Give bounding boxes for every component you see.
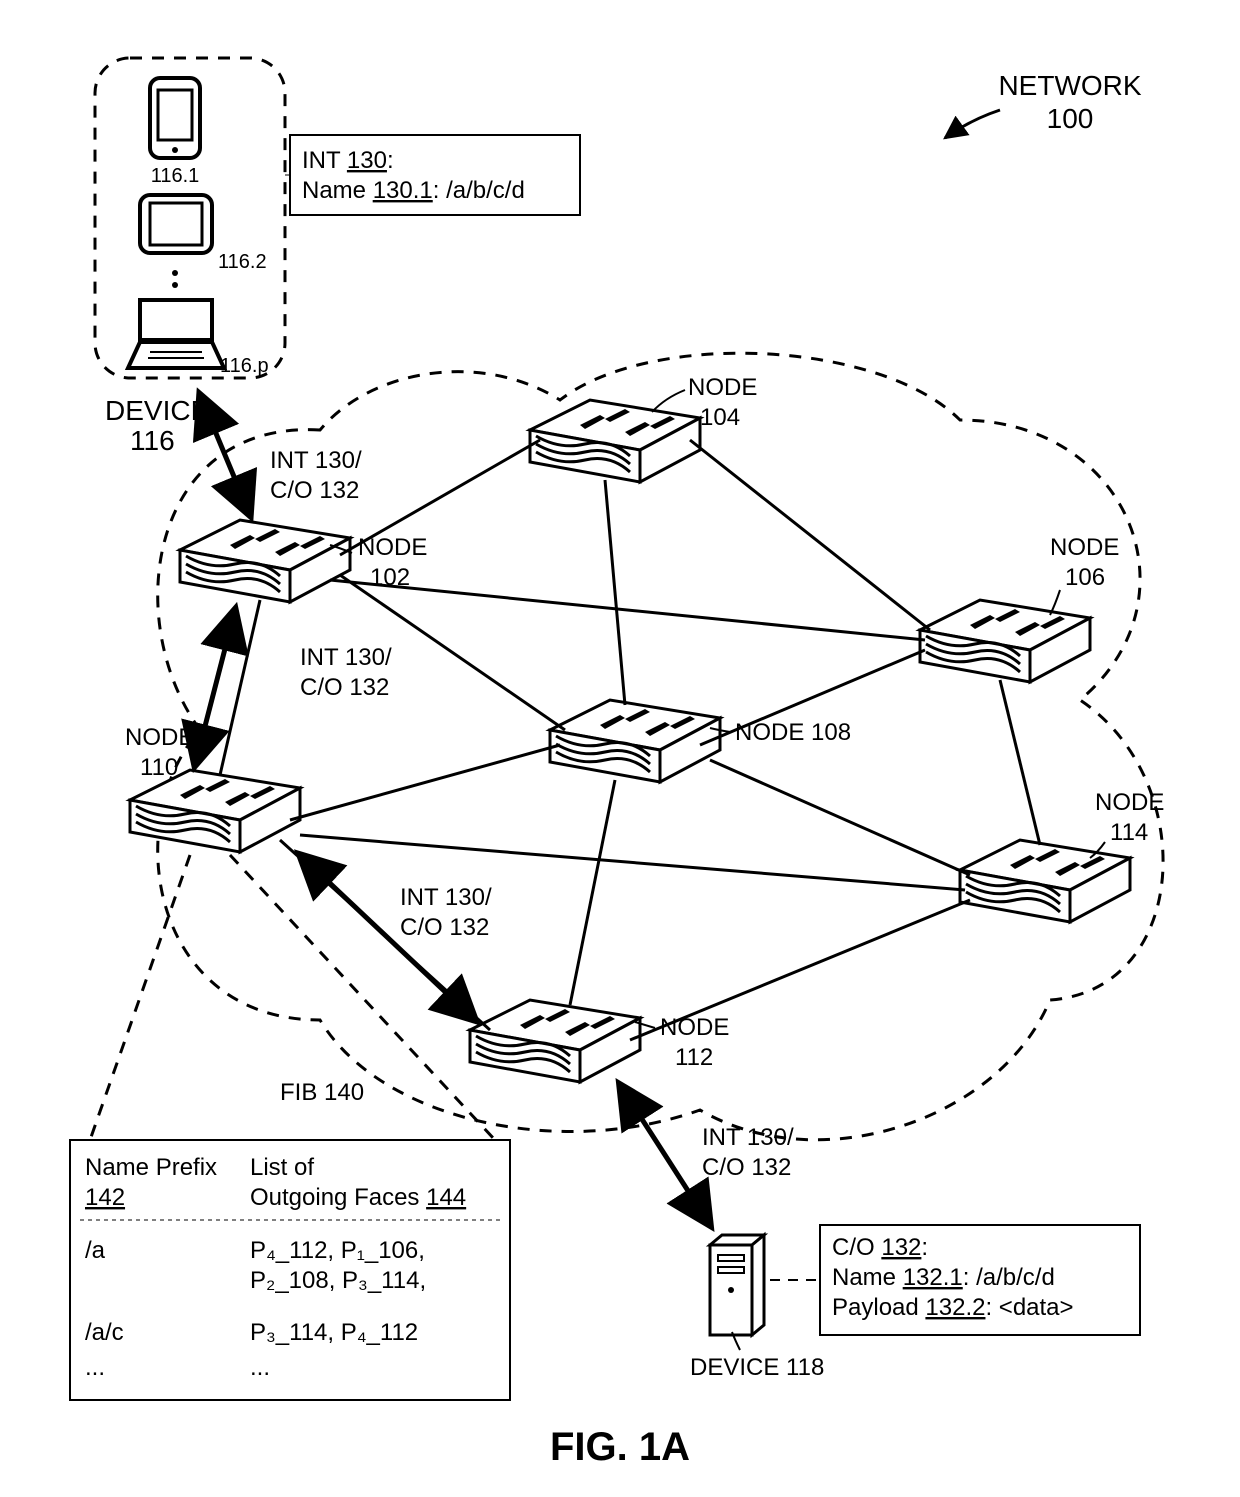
device-116-2: 116.2 bbox=[218, 251, 267, 273]
node-104-ref: 104 bbox=[700, 404, 740, 431]
link-112-118 bbox=[620, 1085, 710, 1225]
laptop-icon bbox=[128, 300, 224, 368]
linklabel-c-1: INT 130/ bbox=[400, 884, 492, 911]
node-102 bbox=[180, 520, 350, 602]
network-label: NETWORK bbox=[998, 70, 1141, 101]
int-box-l1: INT 130: bbox=[302, 147, 394, 174]
node-106 bbox=[920, 600, 1090, 682]
network-arrow bbox=[945, 110, 1000, 138]
node-114 bbox=[960, 840, 1130, 922]
linklabel-b-2: C/O 132 bbox=[300, 674, 389, 701]
node-110-ref: 110 bbox=[140, 754, 178, 781]
figure-label: FIG. 1A bbox=[550, 1425, 690, 1469]
node-108-label: NODE 108 bbox=[735, 719, 851, 746]
co-box-l1: C/O 132: bbox=[832, 1234, 928, 1261]
node-114-ref: 114 bbox=[1110, 819, 1148, 846]
device-116-ref: 116 bbox=[130, 425, 175, 456]
linklabel-b-1: INT 130/ bbox=[300, 644, 392, 671]
node-110 bbox=[130, 770, 300, 852]
linklabel-d-2: C/O 132 bbox=[702, 1154, 791, 1181]
fib-r0-prefix: /a bbox=[85, 1237, 106, 1264]
fib-h2b: Outgoing Faces 144 bbox=[250, 1184, 466, 1211]
device-116-label: DEVICE bbox=[105, 395, 209, 426]
link-116-102 bbox=[200, 395, 250, 515]
node-114-label: NODE bbox=[1095, 789, 1164, 816]
fib-ell-1: ... bbox=[85, 1354, 105, 1381]
node-102-label: NODE bbox=[358, 534, 427, 561]
node-108 bbox=[550, 700, 720, 782]
device-118-icon bbox=[710, 1235, 764, 1335]
fib-r0-f1: P₄_112, P₁_106, bbox=[250, 1237, 425, 1264]
device-116-1: 116.1 bbox=[151, 165, 200, 187]
fib-h2a: List of bbox=[250, 1154, 314, 1181]
node-102-ref: 102 bbox=[370, 564, 410, 591]
fib-h1a: Name Prefix bbox=[85, 1154, 217, 1181]
node-112 bbox=[470, 1000, 640, 1082]
tablet-icon bbox=[140, 195, 212, 253]
linklabel-a-2: C/O 132 bbox=[270, 477, 359, 504]
fib-r1-prefix: /a/c bbox=[85, 1319, 124, 1346]
node-112-ref: 112 bbox=[675, 1044, 713, 1071]
phone-icon bbox=[150, 78, 200, 158]
linklabel-d-1: INT 130/ bbox=[702, 1124, 794, 1151]
node-112-label: NODE bbox=[660, 1014, 729, 1041]
fib-h1b: 142 bbox=[85, 1184, 125, 1211]
node-106-ref: 106 bbox=[1065, 564, 1105, 591]
fib-r0-f2: P₂_108, P₃_114, bbox=[250, 1267, 426, 1294]
co-box-l2: Name 132.1: /a/b/c/d bbox=[832, 1264, 1055, 1291]
network-ref: 100 bbox=[1047, 103, 1094, 134]
fib-ell-2: ... bbox=[250, 1354, 270, 1381]
co-box-l3: Payload 132.2: <data> bbox=[832, 1294, 1074, 1321]
node-104-label: NODE bbox=[688, 374, 757, 401]
linklabel-c-2: C/O 132 bbox=[400, 914, 489, 941]
node-110-label: NODE bbox=[125, 724, 194, 751]
device-118-label: DEVICE 118 bbox=[690, 1354, 824, 1381]
linklabel-a-1: INT 130/ bbox=[270, 447, 362, 474]
device-116-p: 116.p bbox=[220, 355, 269, 377]
node-106-label: NODE bbox=[1050, 534, 1119, 561]
int-box-l2: Name 130.1: /a/b/c/d bbox=[302, 177, 525, 204]
fib-title: FIB 140 bbox=[280, 1079, 364, 1106]
node-104 bbox=[530, 400, 700, 482]
fib-r1-f1: P₃_114, P₄_112 bbox=[250, 1319, 418, 1346]
